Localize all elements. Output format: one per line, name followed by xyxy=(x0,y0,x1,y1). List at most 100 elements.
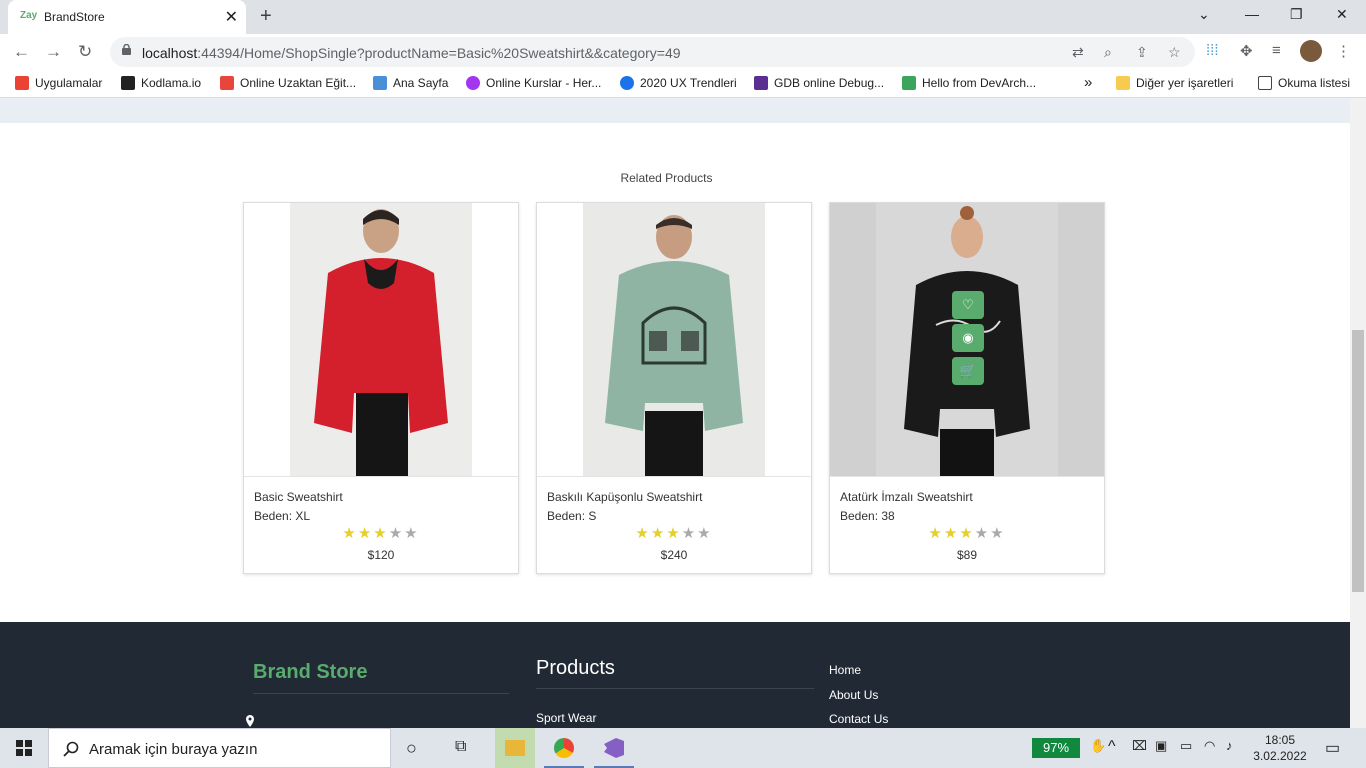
back-arrow-icon[interactable]: ← xyxy=(13,42,30,62)
footer-divider xyxy=(536,688,814,689)
product-image[interactable] xyxy=(537,203,811,477)
address-bar[interactable]: localhost:44394/Home/ShopSingle?productN… xyxy=(110,37,1195,67)
bookmark-item[interactable]: GDB online Debug... xyxy=(754,76,884,90)
taskbar-search-box[interactable]: Aramak için buraya yazın xyxy=(48,728,391,768)
footer-link-home[interactable]: Home xyxy=(829,663,861,677)
site-footer: Brand Store Products Sport Wear Home Abo… xyxy=(0,622,1350,728)
folder-icon xyxy=(1116,76,1130,90)
udemy-icon xyxy=(466,76,480,90)
translate-icon[interactable]: ⇄ xyxy=(1072,44,1084,61)
gdb-icon xyxy=(754,76,768,90)
bookmark-item[interactable]: Online Kurslar - Her... xyxy=(466,76,601,90)
product-card[interactable]: ♡ ◉ 🛒 Atatürk İmzalı Sweatshirt Beden: 3… xyxy=(829,202,1105,574)
minimize-icon[interactable]: — xyxy=(1245,6,1259,22)
location-pin-icon xyxy=(246,715,254,727)
bookmark-star-icon[interactable]: ☆ xyxy=(1168,44,1181,61)
tray-chevron-up-icon[interactable]: ^ xyxy=(1108,738,1116,756)
product-size: Beden: S xyxy=(547,509,597,523)
reload-icon[interactable]: ↻ xyxy=(78,42,92,62)
wishlist-heart-button[interactable]: ♡ xyxy=(952,291,984,319)
browser-tab[interactable]: Zay BrandStore ✕ xyxy=(8,0,246,34)
tray-app-icon[interactable]: ⌧ xyxy=(1132,738,1147,754)
visual-studio-icon[interactable] xyxy=(594,728,634,768)
chrome-icon[interactable] xyxy=(544,728,584,768)
bookmark-item[interactable]: Kodlama.io xyxy=(121,76,201,90)
tab-close-icon[interactable]: ✕ xyxy=(225,7,238,27)
restore-icon[interactable]: ❐ xyxy=(1290,6,1303,23)
windows-taskbar: Aramak için buraya yazın ○ ⧉ 97% ✋ ^ ⌧ ▣… xyxy=(0,728,1366,768)
url-text[interactable]: localhost:44394/Home/ShopSingle?productN… xyxy=(142,45,681,61)
footer-products-title: Products xyxy=(536,657,615,679)
window-close-icon[interactable]: ✕ xyxy=(1336,6,1348,23)
product-rating: ★★★★★ xyxy=(635,525,713,542)
profile-avatar[interactable] xyxy=(1300,40,1322,62)
reading-list[interactable]: Okuma listesi xyxy=(1258,76,1350,90)
battery-indicator[interactable]: 97% xyxy=(1032,738,1080,758)
media-queue-icon[interactable]: ≡ xyxy=(1272,42,1281,59)
share-icon[interactable]: ⇪ xyxy=(1136,44,1148,61)
quick-view-eye-button[interactable]: ◉ xyxy=(952,324,984,352)
other-bookmarks-folder[interactable]: Diğer yer işaretleri xyxy=(1116,76,1233,90)
lock-icon xyxy=(122,44,131,55)
product-card[interactable]: Baskılı Kapüşonlu Sweatshirt Beden: S ★★… xyxy=(536,202,812,574)
product-size: Beden: 38 xyxy=(840,509,895,523)
bookmark-apps[interactable]: Uygulamalar xyxy=(15,76,102,90)
tab-search-chevron-icon[interactable]: ⌄ xyxy=(1198,6,1210,23)
new-tab-button[interactable]: + xyxy=(260,5,272,28)
product-rating: ★★★★★ xyxy=(342,525,420,542)
extensions-puzzle-icon[interactable]: ✥ xyxy=(1240,42,1253,60)
bookmark-item[interactable]: Online Uzaktan Eğit... xyxy=(220,76,356,90)
related-products-title: Related Products xyxy=(620,171,713,185)
product-size: Beden: XL xyxy=(254,509,311,523)
clock-time: 18:05 xyxy=(1264,733,1296,747)
footer-link-about[interactable]: About Us xyxy=(829,688,878,702)
bookmark-item[interactable]: Hello from DevArch... xyxy=(902,76,1036,90)
product-name[interactable]: Baskılı Kapüşonlu Sweatshirt xyxy=(547,490,702,504)
product-price: $120 xyxy=(367,548,395,562)
devarch-icon xyxy=(902,76,916,90)
kodlama-icon xyxy=(121,76,135,90)
file-explorer-icon[interactable] xyxy=(495,728,535,768)
footer-link-sport-wear[interactable]: Sport Wear xyxy=(536,711,596,725)
bookmark-item[interactable]: Ana Sayfa xyxy=(373,76,448,90)
footer-divider xyxy=(253,693,509,694)
apps-grid-icon[interactable]: ⁞⁞⁞ xyxy=(1206,42,1219,59)
add-to-cart-button[interactable]: 🛒 xyxy=(952,357,984,385)
browser-menu-icon[interactable]: ⋮ xyxy=(1336,42,1351,60)
apps-icon xyxy=(15,76,29,90)
forward-arrow-icon[interactable]: → xyxy=(45,42,62,62)
battery-icon[interactable]: ▭ xyxy=(1180,738,1192,754)
bookmark-item[interactable]: 2020 UX Trendleri xyxy=(620,76,737,90)
footer-link-contact[interactable]: Contact Us xyxy=(829,712,888,726)
product-image[interactable] xyxy=(244,203,518,477)
wifi-icon[interactable]: ◠ xyxy=(1204,738,1215,754)
home-icon xyxy=(373,76,387,90)
ux-icon xyxy=(620,76,634,90)
volume-icon[interactable]: ♪ xyxy=(1226,738,1233,753)
product-price: $89 xyxy=(956,548,978,562)
task-view-icon[interactable]: ⧉ xyxy=(455,738,466,756)
product-name[interactable]: Atatürk İmzalı Sweatshirt xyxy=(840,490,973,504)
bookmarks-bar: Uygulamalar Kodlama.io Online Uzaktan Eğ… xyxy=(0,70,1366,98)
zoom-icon[interactable]: ⌕ xyxy=(1104,44,1112,61)
search-placeholder: Aramak için buraya yazın xyxy=(89,741,258,758)
x-logo-icon xyxy=(220,76,234,90)
browser-tab-bar: Zay BrandStore ✕ + ⌄ — ❐ ✕ xyxy=(0,0,1366,34)
scrollbar-thumb[interactable] xyxy=(1352,330,1364,592)
product-rating: ★★★★★ xyxy=(928,525,1006,542)
product-image[interactable]: ♡ ◉ 🛒 xyxy=(830,203,1104,477)
touch-keyboard-icon[interactable]: ✋ xyxy=(1090,738,1106,754)
bookmarks-more-chevron-icon[interactable]: » xyxy=(1084,74,1092,91)
windows-start-icon[interactable] xyxy=(16,740,32,756)
notification-center-icon[interactable]: ▭ xyxy=(1325,738,1340,758)
page-scrollbar[interactable] xyxy=(1350,98,1366,728)
product-name[interactable]: Basic Sweatshirt xyxy=(254,490,343,504)
system-clock[interactable]: 18:05 3.02.2022 xyxy=(1252,732,1308,764)
search-icon xyxy=(63,741,79,757)
page-content: Related Products Basic Sweatshirt Beden:… xyxy=(0,98,1350,728)
tab-title: BrandStore xyxy=(44,10,105,24)
product-card[interactable]: Basic Sweatshirt Beden: XL ★★★★★ $120 xyxy=(243,202,519,574)
cortana-circle-icon[interactable]: ○ xyxy=(406,738,417,759)
tray-monitor-icon[interactable]: ▣ xyxy=(1155,738,1167,754)
reading-list-icon xyxy=(1258,76,1272,90)
